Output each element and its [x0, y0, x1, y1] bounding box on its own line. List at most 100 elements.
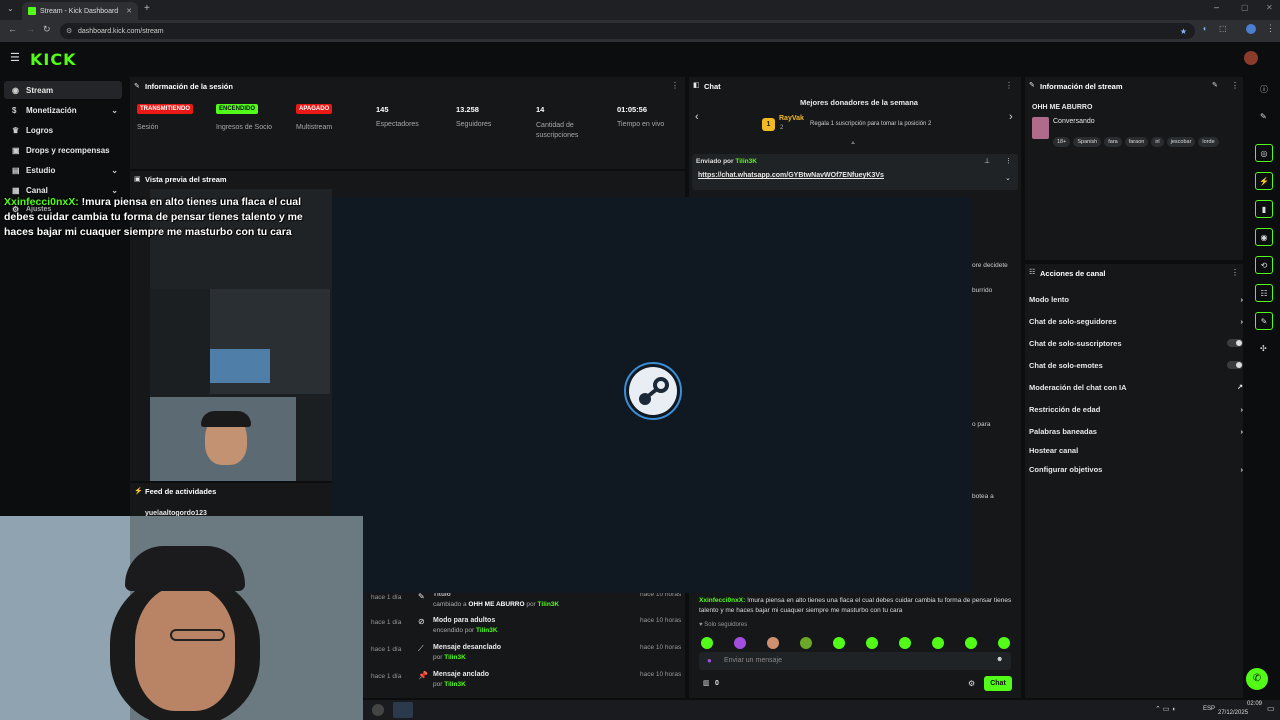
send-chat-button[interactable]: Chat: [984, 676, 1012, 691]
mic-icon[interactable]: ●: [707, 656, 712, 665]
maximize-icon[interactable]: ▢: [1241, 3, 1249, 12]
notification-icon[interactable]: ▭: [1267, 704, 1275, 713]
emoji-icon[interactable]: ☻: [996, 656, 1003, 663]
steam-taskbar-icon[interactable]: [393, 702, 413, 718]
more-options-icon[interactable]: ⋮: [1005, 157, 1012, 165]
partner-status-badge: ENCENDIDO: [216, 104, 259, 114]
tag[interactable]: Spanish: [1073, 137, 1102, 147]
clock-date[interactable]: 27/12/2025: [1218, 710, 1248, 716]
emote-icon[interactable]: [998, 637, 1010, 649]
tag[interactable]: fara: [1104, 137, 1122, 147]
action-age-restriction[interactable]: Restricción de edad ›: [1029, 402, 1243, 416]
minimize-icon[interactable]: –: [1214, 2, 1219, 12]
action-goals[interactable]: Configurar objetivos ›: [1029, 462, 1243, 476]
tag[interactable]: irl: [1151, 137, 1164, 147]
rail-wrench-button[interactable]: ✎: [1255, 312, 1273, 330]
rail-bolt-button[interactable]: ⚡: [1255, 172, 1273, 190]
sidebar-item-stream[interactable]: ◉ Stream: [4, 81, 122, 99]
emote-icon[interactable]: [866, 637, 878, 649]
panel-title: Chat: [704, 82, 721, 91]
sidebar-item-drops[interactable]: ▣ Drops y recompensas: [4, 141, 122, 159]
hamburger-menu-icon[interactable]: ☰: [10, 51, 20, 64]
subs-only-toggle[interactable]: [1227, 339, 1243, 347]
gear-icon[interactable]: ⚙: [968, 679, 975, 688]
donor-rank: 1: [762, 118, 775, 131]
kick-logo[interactable]: KICK: [30, 50, 77, 69]
sidebar-item-monetizacion[interactable]: $ Monetización ⌄: [4, 101, 122, 119]
extensions-icon[interactable]: ⬚: [1219, 24, 1227, 33]
pin-icon[interactable]: ⊥: [984, 157, 990, 165]
list-item: hace 1 día ⟋ Mensaje desanclado por Tili…: [363, 642, 683, 666]
edit-icon[interactable]: ✎: [1260, 112, 1267, 121]
bookmark-star-icon[interactable]: ★: [1180, 27, 1187, 36]
rail-broadcast-button[interactable]: ⟲: [1255, 256, 1273, 274]
sidebar-item-label: Estudio: [26, 165, 56, 175]
keyboard-language[interactable]: ESP: [1203, 706, 1215, 712]
preview-cap: [201, 411, 251, 427]
new-tab-icon[interactable]: +: [144, 3, 150, 14]
site-info-icon[interactable]: ⚙: [66, 27, 72, 35]
emote-icon[interactable]: [899, 637, 911, 649]
chevron-down-icon[interactable]: ⌄: [1005, 174, 1011, 182]
tray-icons[interactable]: ⌃ ▭ ◖: [1155, 705, 1176, 713]
help-chat-button[interactable]: ✆: [1246, 668, 1268, 690]
action-host-channel[interactable]: Hostear canal: [1029, 443, 1243, 457]
clock-time[interactable]: 02:09: [1230, 701, 1262, 707]
info-icon[interactable]: ⓘ: [1260, 84, 1268, 95]
rail-chat-button[interactable]: ◉: [1255, 228, 1273, 246]
pinned-link[interactable]: https://chat.whatsapp.com/GYBtwNavWOf7EN…: [698, 172, 884, 179]
stream-category[interactable]: Conversando: [1053, 118, 1095, 125]
stat-label: Sesión: [137, 124, 159, 131]
adult-icon: ⊘: [418, 617, 425, 626]
edit-icon[interactable]: ✎: [1212, 81, 1218, 89]
more-options-icon[interactable]: ⋮: [671, 81, 679, 90]
rail-webcam-button[interactable]: ◎: [1255, 144, 1273, 162]
sidebar-item-estudio[interactable]: ▤ Estudio ⌄: [4, 161, 122, 179]
tab-list-icon[interactable]: ⌄: [7, 4, 14, 13]
preview-webcam: [150, 397, 296, 481]
unpin-icon: ⟋: [418, 644, 424, 653]
emote-icon[interactable]: [965, 637, 977, 649]
action-banned-words[interactable]: Palabras baneadas ›: [1029, 424, 1243, 438]
more-options-icon[interactable]: ⋮: [1231, 268, 1239, 277]
emote-icon[interactable]: [932, 637, 944, 649]
tag[interactable]: 18+: [1053, 137, 1071, 147]
emote-icon[interactable]: [800, 637, 812, 649]
more-options-icon[interactable]: ⋮: [1231, 81, 1239, 90]
browser-menu-icon[interactable]: ⋮: [1266, 23, 1275, 34]
back-icon[interactable]: ←: [8, 24, 17, 34]
forward-icon[interactable]: →: [26, 24, 35, 34]
panel-title: Acciones de canal: [1040, 269, 1106, 278]
emote-icon[interactable]: [701, 637, 713, 649]
add-panel-icon[interactable]: ✣: [1260, 344, 1267, 353]
collapse-icon[interactable]: ⩡: [851, 140, 855, 148]
tab-close-icon[interactable]: ✕: [126, 7, 132, 15]
action-slow-mode[interactable]: Modo lento ›: [1029, 292, 1243, 306]
reload-icon[interactable]: ↻: [43, 24, 51, 35]
sidebar-item-logros[interactable]: ♛ Logros: [4, 121, 122, 139]
more-options-icon[interactable]: ⋮: [1005, 81, 1013, 90]
profile-avatar[interactable]: [1246, 24, 1256, 34]
rail-list-button[interactable]: ☷: [1255, 284, 1273, 302]
tag[interactable]: faraon: [1124, 137, 1149, 147]
action-followers-only[interactable]: Chat de solo-seguidores ›: [1029, 314, 1243, 328]
chrome-taskbar-icon[interactable]: [372, 704, 384, 716]
emote-icon[interactable]: [833, 637, 845, 649]
donor-name[interactable]: RayVak: [779, 115, 804, 122]
audio-icon[interactable]: ◖: [1202, 24, 1207, 33]
chevron-left-icon[interactable]: ‹: [695, 111, 699, 123]
chevron-right-icon[interactable]: ›: [1009, 111, 1013, 123]
chat-input[interactable]: ● Enviar un mensaje ☻: [699, 652, 1011, 670]
rail-doc-button[interactable]: ▮: [1255, 200, 1273, 218]
emotes-only-toggle[interactable]: [1227, 361, 1243, 369]
tag[interactable]: lorde: [1198, 137, 1219, 147]
emote-icon[interactable]: [734, 637, 746, 649]
browser-tab[interactable]: Stream - Kick Dashboard ✕: [22, 2, 138, 20]
url-field[interactable]: ⚙ dashboard.kick.com/stream ★: [60, 23, 1195, 39]
action-ai-moderation[interactable]: Moderación del chat con IA ↗: [1029, 380, 1243, 394]
window-close-icon[interactable]: ✕: [1266, 3, 1273, 12]
emote-icon[interactable]: [767, 637, 779, 649]
category-thumbnail[interactable]: [1032, 117, 1049, 139]
tag[interactable]: jescobar: [1166, 137, 1196, 147]
user-avatar[interactable]: [1244, 51, 1258, 65]
